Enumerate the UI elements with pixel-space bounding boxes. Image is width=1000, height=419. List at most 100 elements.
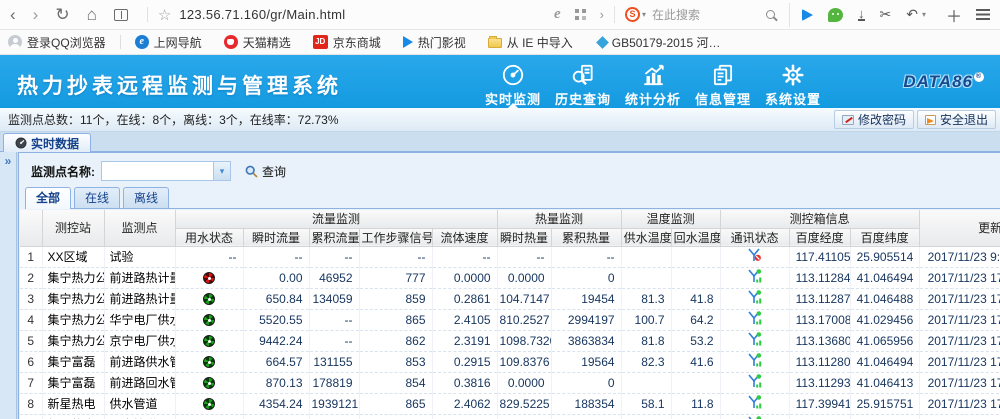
add-tab-icon[interactable]: ＋ (946, 3, 962, 27)
col-total-flow[interactable]: 累积流量 (309, 228, 359, 246)
bookmark-label: 从 IE 中导入 (507, 34, 573, 51)
back-icon[interactable]: ‹ (10, 6, 16, 23)
cell-point: 京宁电厂供水主 (104, 330, 175, 351)
search-icon[interactable] (766, 10, 775, 19)
forward-icon[interactable]: › (33, 6, 39, 23)
filter-tab[interactable]: 全部 (25, 187, 71, 209)
col-longitude[interactable]: 百度经度 (789, 228, 850, 246)
nav-label: 历史查询 (555, 89, 611, 108)
grid-row[interactable]: 2集宁热力公司前进路热计量回0.00469527770.00000.000001… (20, 267, 1000, 288)
video-icon[interactable] (802, 9, 813, 21)
col-update-time[interactable]: 更新时间 (919, 210, 1000, 246)
bookmark-item[interactable]: 从 IE 中导入 (488, 34, 573, 51)
query-button[interactable]: 查询 (245, 163, 286, 180)
expand-extensions-icon[interactable]: › (600, 7, 604, 22)
grid-row[interactable]: 9新星热电回水管道4107.3318495118582.2698420.1210… (20, 414, 1000, 419)
grid-row[interactable]: 1XX区域试验--------------117.41105425.905514… (20, 246, 1000, 267)
grid-row[interactable]: 3集宁热力公司前进路热计量供650.841340598590.2861104.7… (20, 288, 1000, 309)
col-water-status[interactable]: 用水状态 (175, 228, 243, 246)
cell-comm-status (720, 267, 789, 288)
cell-longitude: 117.399412 (789, 393, 850, 414)
col-comm-status[interactable]: 通讯状态 (720, 228, 789, 246)
cell-point: 前进路热计量供 (104, 288, 175, 309)
col-signal-quality[interactable]: 工作步骤信号质 (359, 228, 432, 246)
undo-history-icon[interactable]: ↶ (906, 6, 918, 23)
sogou-icon[interactable]: S (625, 7, 640, 22)
cell-point: 前进路供水管道 (104, 351, 175, 372)
antenna-online-icon (747, 268, 762, 283)
tab-realtime-data[interactable]: 实时数据 (3, 133, 91, 152)
nav-system-settings[interactable]: 系统设置 (758, 59, 828, 108)
nav-info-management[interactable]: 信息管理 (688, 59, 758, 108)
nav-history-query[interactable]: 历史查询 (548, 59, 618, 108)
col-flow-velocity[interactable]: 流体速度 (432, 228, 497, 246)
col-station[interactable]: 测控站 (42, 210, 104, 246)
col-instant-flow[interactable]: 瞬时流量 (243, 228, 309, 246)
nav-stats-analysis[interactable]: 统计分析 (618, 59, 688, 108)
qr-grid-icon[interactable] (575, 9, 586, 20)
browser-search-box[interactable]: S ▾ 在此搜索 (614, 6, 779, 23)
chevron-down-icon[interactable]: ▾ (922, 10, 926, 19)
cell-point: 试验 (104, 246, 175, 267)
col-instant-heat[interactable]: 瞬时热量 (497, 228, 551, 246)
home-icon[interactable]: ⌂ (87, 6, 97, 23)
filter-tab[interactable]: 在线 (74, 187, 120, 208)
cell-total-heat: -- (551, 246, 621, 267)
refresh-icon[interactable]: ↻ (55, 6, 69, 23)
filter-tab[interactable]: 离线 (123, 187, 169, 208)
grid-row[interactable]: 6集宁富磊前进路供水管道664.571311558530.2915109.837… (20, 351, 1000, 372)
filter-tabs: 全部在线离线 (25, 187, 1000, 209)
grid-row[interactable]: 4集宁热力公司华宁电厂供水主5520.55--8652.4105810.2527… (20, 309, 1000, 330)
download-icon[interactable]: ↓ (858, 8, 865, 21)
col-latitude[interactable]: 百度纬度 (850, 228, 919, 246)
cell-instant-heat: 0.0000 (497, 372, 551, 393)
grid-row[interactable]: 7集宁富磊前进路回水管道870.131788198540.38160.00000… (20, 372, 1000, 393)
bookmark-item[interactable]: 热门影视 (403, 34, 466, 51)
cell-station: 集宁富磊 (42, 351, 104, 372)
cell-supply-temp: 81.8 (621, 330, 671, 351)
cell-flow-velocity: 0.0000 (432, 267, 497, 288)
cell-total-heat: 19454 (551, 288, 621, 309)
bookmark-item[interactable]: e上网导航 (135, 34, 202, 51)
cell-comm-status (720, 288, 789, 309)
col-supply-temp[interactable]: 供水温度 (621, 228, 671, 246)
bookmark-item[interactable]: 登录QQ浏览器 (8, 34, 106, 51)
wechat-icon[interactable] (828, 8, 843, 22)
collapse-panel-button[interactable]: » (0, 152, 16, 170)
col-point[interactable]: 监测点 (104, 210, 175, 246)
app-header: 热力抄表远程监测与管理系统 实时监测历史查询统计分析信息管理系统设置 DATA8… (0, 55, 1000, 108)
logout-button[interactable]: 安全退出 (917, 110, 996, 129)
menu-icon[interactable] (976, 9, 990, 20)
grid-row[interactable]: 8新星热电供水管道4354.2419391218652.4062829.5225… (20, 393, 1000, 414)
bookmark-star-icon[interactable]: ☆ (158, 6, 171, 24)
nav-realtime-monitor[interactable]: 实时监测 (478, 59, 548, 108)
antenna-online-icon (747, 352, 762, 367)
cell-latitude: 41.046494 (850, 267, 919, 288)
combo-input[interactable] (102, 162, 212, 180)
grid-row[interactable]: 5集宁热力公司京宁电厂供水主9442.24--8622.31911098.732… (20, 330, 1000, 351)
cell-instant-heat: -- (497, 246, 551, 267)
bookmark-item[interactable]: GB50179-2015 河… (595, 34, 721, 51)
col-return-temp[interactable]: 回水温度 (671, 228, 720, 246)
monitor-point-combo[interactable]: ▾ (101, 161, 231, 181)
cell-return-temp: 53.2 (671, 330, 720, 351)
chevron-down-icon[interactable]: ▾ (642, 10, 646, 19)
cell-comm-status (720, 372, 789, 393)
search-placeholder[interactable]: 在此搜索 (652, 6, 766, 23)
cell-station: 新星热电 (42, 393, 104, 414)
cell-point: 回水管道 (104, 414, 175, 419)
address-bar[interactable]: 123.56.71.160/gr/Main.html (179, 7, 345, 22)
col-total-heat[interactable]: 累积热量 (551, 228, 621, 246)
monitor-point-label: 监测点名称: (31, 163, 95, 180)
cell-station: 集宁热力公司 (42, 267, 104, 288)
col-row-no[interactable] (20, 210, 42, 246)
reader-mode-icon[interactable] (114, 9, 128, 21)
cell-comm-status (720, 309, 789, 330)
change-password-button[interactable]: 修改密码 (834, 110, 914, 129)
cell-longitude: 113.112802 (789, 351, 850, 372)
bookmark-item[interactable]: 天猫精选 (224, 34, 291, 51)
screenshot-scissors-icon[interactable]: ✂ (880, 6, 892, 23)
chevron-down-icon[interactable]: ▾ (213, 162, 230, 180)
bookmark-item[interactable]: JD京东商城 (313, 34, 381, 51)
ie-compat-icon[interactable]: e (554, 6, 561, 23)
